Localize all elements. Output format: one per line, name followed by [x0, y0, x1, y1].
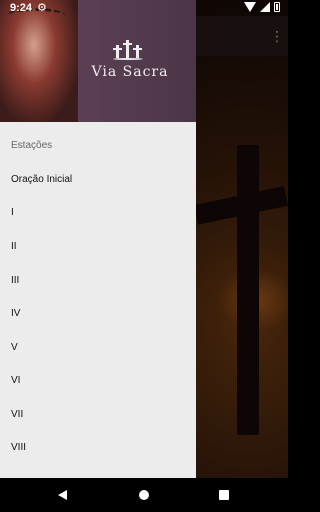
status-bar: 9:24 ⚙	[0, 0, 288, 16]
menu-item-station-6[interactable]: VI	[0, 364, 196, 397]
menu-item-label: I	[11, 207, 14, 218]
menu-item-label: II	[11, 241, 17, 252]
menu-item-station-8[interactable]: VIII	[0, 431, 196, 464]
menu-item-label: VII	[11, 409, 24, 420]
menu-item-station-7[interactable]: VII	[0, 398, 196, 431]
menu-item-label: Oração Inicial	[11, 174, 73, 185]
gear-icon: ⚙	[37, 2, 47, 14]
battery-icon	[274, 2, 280, 12]
cross-icon	[133, 45, 142, 58]
signal-icon	[260, 2, 270, 12]
menu-item-station-3[interactable]: III	[0, 264, 196, 297]
menu-item-label: IV	[11, 308, 21, 319]
menu-subheader: Estações	[11, 140, 53, 151]
drawer-header: Via Sacra	[0, 0, 196, 122]
menu-item-label: V	[11, 342, 18, 353]
menu-item-label: VIII	[11, 442, 27, 453]
home-icon[interactable]	[139, 490, 149, 500]
status-time: 9:24	[10, 2, 33, 14]
menu-item-station-4[interactable]: IV	[0, 297, 196, 330]
menu-item-label: VI	[11, 375, 21, 386]
menu-item-station-1[interactable]: I	[0, 196, 196, 229]
drawer-title: Via Sacra	[91, 64, 169, 80]
navigation-drawer: Via Sacra Estações Oração Inicial I II I…	[0, 0, 196, 478]
cross-icon	[113, 45, 122, 58]
status-indicators	[244, 2, 280, 12]
menu-item-station-2[interactable]: II	[0, 230, 196, 263]
hill-line	[113, 58, 143, 60]
wifi-icon	[244, 2, 256, 12]
menu-item-label: III	[11, 275, 20, 286]
jesus-image	[0, 0, 78, 122]
menu-item-station-5[interactable]: V	[0, 331, 196, 364]
system-nav-bar	[0, 478, 288, 512]
menu-item-oracao-inicial[interactable]: Oração Inicial	[0, 163, 196, 196]
three-crosses-icon	[113, 36, 143, 60]
cross-icon	[123, 40, 132, 58]
recents-icon[interactable]	[219, 490, 229, 500]
back-icon[interactable]	[58, 490, 67, 500]
